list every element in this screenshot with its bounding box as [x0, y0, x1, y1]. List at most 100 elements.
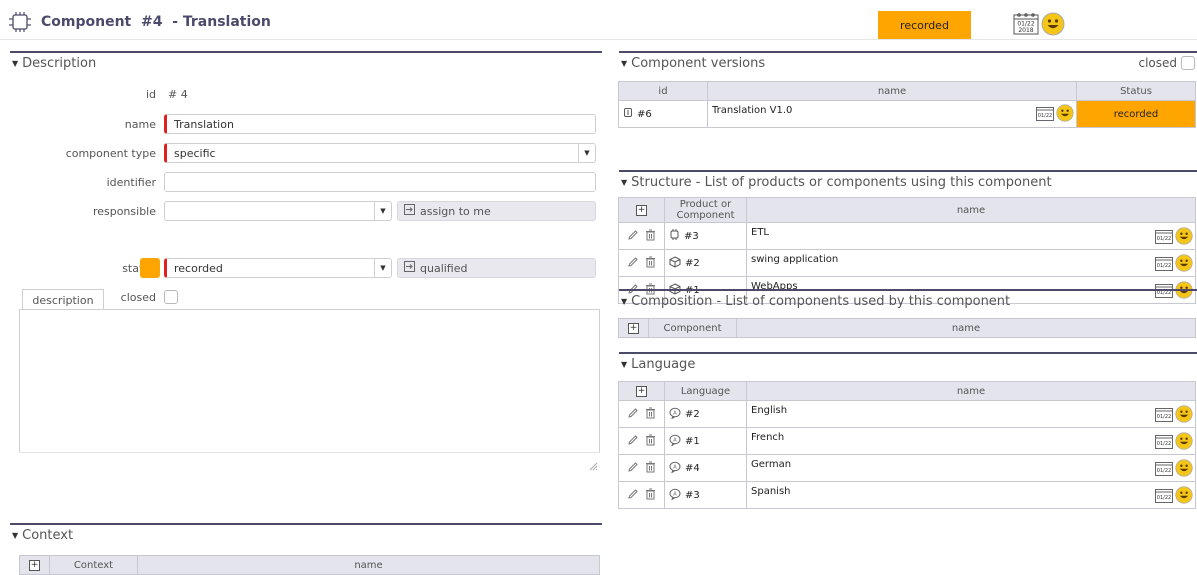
- delete-trash-icon[interactable]: [645, 434, 656, 449]
- language-id[interactable]: #4: [685, 463, 700, 474]
- calendar-icon[interactable]: 01/22: [1036, 106, 1054, 124]
- context-section-header[interactable]: ▼ Context: [10, 523, 602, 545]
- language-section-header[interactable]: ▼ Language: [619, 352, 1197, 374]
- add-structure-button[interactable]: +: [618, 197, 665, 223]
- id-label: id: [145, 88, 156, 101]
- user-avatar-smiley-icon[interactable]: [1175, 227, 1193, 248]
- component-type-value: specific: [174, 146, 216, 160]
- component-type-select[interactable]: specific ▼: [164, 143, 596, 163]
- language-icon: A: [669, 434, 681, 449]
- add-context-button[interactable]: +: [19, 555, 50, 575]
- description-section-header[interactable]: ▼ Description: [10, 51, 602, 73]
- user-avatar-smiley-icon[interactable]: [1175, 432, 1193, 453]
- structure-id[interactable]: #2: [685, 258, 700, 269]
- calendar-icon[interactable]: 01/22 2018: [1013, 13, 1039, 38]
- assign-to-me-button[interactable]: assign to me: [397, 201, 596, 221]
- table-row[interactable]: #2 swing application 01/22: [618, 249, 1196, 277]
- section-title: Composition - List of components used by…: [631, 293, 1011, 309]
- delete-trash-icon[interactable]: [645, 488, 656, 503]
- description-editor[interactable]: [19, 309, 600, 474]
- svg-text:01/22: 01/22: [1157, 263, 1171, 269]
- delete-trash-icon[interactable]: [645, 461, 656, 476]
- table-row[interactable]: #3 ETL 01/22: [618, 222, 1196, 250]
- svg-text:01/22: 01/22: [1157, 441, 1171, 447]
- qualified-button[interactable]: qualified: [397, 258, 596, 278]
- context-table: + Context name: [19, 555, 600, 575]
- language-icon: A: [669, 407, 681, 422]
- user-avatar-smiley-icon[interactable]: [1175, 459, 1193, 480]
- assign-arrow-icon: [404, 204, 415, 218]
- status-label: status: [6, 262, 156, 275]
- edit-pencil-icon[interactable]: [627, 256, 639, 271]
- language-id[interactable]: #2: [685, 409, 700, 420]
- add-composition-button[interactable]: +: [618, 318, 649, 338]
- name-label: name: [124, 118, 156, 131]
- svg-text:01/22: 01/22: [1038, 113, 1052, 119]
- table-row[interactable]: A #4 German 01/22: [618, 454, 1196, 482]
- collapse-caret-icon: ▼: [621, 58, 628, 68]
- calendar-icon[interactable]: 01/22: [1155, 407, 1173, 425]
- collapse-caret-icon: ▼: [12, 530, 19, 540]
- tab-description[interactable]: description: [22, 289, 104, 310]
- column-header: Context: [49, 555, 138, 575]
- edit-pencil-icon[interactable]: [627, 488, 639, 503]
- user-avatar-smiley-icon[interactable]: [1175, 254, 1193, 275]
- version-name[interactable]: Translation V1.0: [712, 105, 792, 116]
- user-avatar-smiley-icon[interactable]: [1175, 486, 1193, 507]
- table-row[interactable]: #6 Translation V1.0 01/22 recorded: [618, 100, 1196, 128]
- language-name[interactable]: Spanish: [751, 486, 791, 497]
- edit-pencil-icon[interactable]: [627, 229, 639, 244]
- calendar-icon[interactable]: 01/22: [1155, 488, 1173, 506]
- chevron-down-icon[interactable]: ▼: [578, 144, 595, 162]
- chevron-down-icon[interactable]: ▼: [374, 202, 391, 220]
- component-versions-section-header[interactable]: ▼ Component versions closed: [619, 51, 1197, 73]
- identifier-field[interactable]: [164, 172, 596, 192]
- structure-section-header[interactable]: ▼ Structure - List of products or compone…: [619, 170, 1197, 192]
- composition-section-header[interactable]: ▼ Composition - List of components used b…: [619, 289, 1197, 311]
- language-name[interactable]: French: [751, 432, 784, 443]
- structure-id[interactable]: #3: [684, 231, 699, 242]
- name-field[interactable]: Translation: [164, 114, 596, 134]
- structure-name[interactable]: ETL: [751, 227, 769, 238]
- responsible-select[interactable]: ▼: [164, 201, 392, 221]
- language-name[interactable]: English: [751, 405, 787, 416]
- user-avatar-smiley-icon[interactable]: [1056, 104, 1074, 125]
- delete-trash-icon[interactable]: [645, 407, 656, 422]
- table-row[interactable]: A #2 English 01/22: [618, 400, 1196, 428]
- chevron-down-icon[interactable]: ▼: [374, 259, 391, 277]
- language-icon: A: [669, 461, 681, 476]
- column-header: Product or Component: [664, 197, 747, 223]
- calendar-icon[interactable]: 01/22: [1155, 256, 1173, 274]
- section-title: Language: [631, 356, 696, 372]
- resize-handle-icon[interactable]: [589, 461, 598, 474]
- closed-filter-checkbox[interactable]: [1181, 56, 1195, 70]
- assign-to-me-label: assign to me: [420, 204, 491, 218]
- version-id[interactable]: #6: [637, 109, 652, 120]
- edit-pencil-icon[interactable]: [627, 461, 639, 476]
- qualified-label: qualified: [420, 261, 468, 275]
- structure-name[interactable]: swing application: [751, 254, 838, 265]
- transition-arrow-icon: [404, 261, 415, 275]
- language-id[interactable]: #1: [685, 436, 700, 447]
- add-language-button[interactable]: +: [618, 381, 665, 401]
- table-row[interactable]: A #3 Spanish 01/22: [618, 481, 1196, 509]
- identifier-label: identifier: [106, 176, 156, 189]
- edit-pencil-icon[interactable]: [627, 407, 639, 422]
- delete-trash-icon[interactable]: [645, 256, 656, 271]
- calendar-icon[interactable]: 01/22: [1155, 461, 1173, 479]
- calendar-icon[interactable]: 01/22: [1155, 434, 1173, 452]
- calendar-icon[interactable]: 01/22: [1155, 229, 1173, 247]
- user-avatar-smiley-icon[interactable]: [1041, 12, 1065, 39]
- edit-pencil-icon[interactable]: [627, 434, 639, 449]
- closed-checkbox[interactable]: [164, 290, 178, 304]
- section-title: Context: [22, 527, 74, 543]
- delete-trash-icon[interactable]: [645, 229, 656, 244]
- language-id[interactable]: #3: [685, 490, 700, 501]
- user-avatar-smiley-icon[interactable]: [1175, 405, 1193, 426]
- column-header: id: [618, 81, 708, 101]
- status-select[interactable]: recorded ▼: [164, 258, 392, 278]
- product-icon: [669, 255, 681, 271]
- language-name[interactable]: German: [751, 459, 791, 470]
- section-title: Structure - List of products or componen…: [631, 174, 1052, 190]
- table-row[interactable]: A #1 French 01/22: [618, 427, 1196, 455]
